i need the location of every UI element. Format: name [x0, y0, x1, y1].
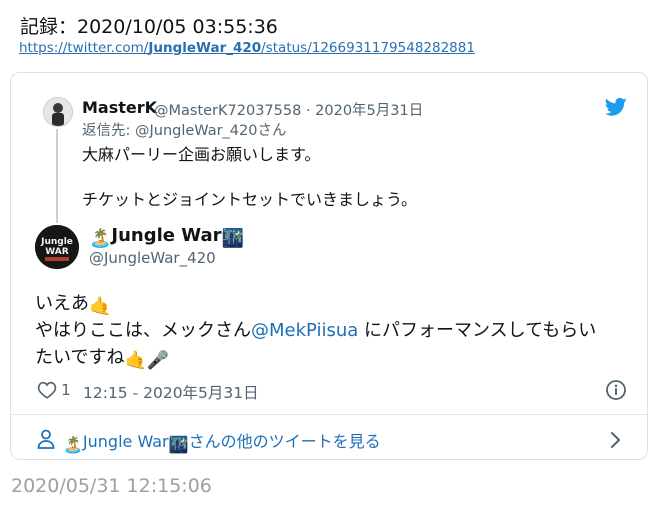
record-url-link[interactable]: https://twitter.com/JungleWar_420/status…	[19, 40, 475, 56]
card-divider	[11, 414, 647, 415]
svg-text:WAR: WAR	[45, 247, 68, 257]
tweet-text-line3: たいですね🤙🎤	[35, 343, 169, 371]
tweet-text-line1: いえあ🤙	[35, 289, 111, 317]
main-author-name[interactable]: 🏝️Jungle War🌃	[89, 225, 244, 249]
night-city-icon: 🌃	[168, 435, 189, 454]
island-icon: 🏝️	[63, 435, 83, 454]
main-avatar-image: Jungle WAR	[35, 225, 79, 269]
url-suffix: /status/1266931179548282881	[261, 40, 475, 56]
person-icon	[37, 429, 55, 449]
heart-icon[interactable]	[37, 381, 57, 399]
archive-time: 2020/05/31 12:15:06	[11, 475, 212, 497]
tweet-timestamp[interactable]: 12:15 - 2020年5月31日	[83, 381, 259, 403]
more-tweets-link[interactable]: 🏝️Jungle War🌃さんの他のツイートを見る	[63, 428, 381, 454]
tweet-line3-text: たいですね	[35, 347, 125, 368]
reply-avatar[interactable]	[43, 97, 73, 127]
info-icon[interactable]	[605, 379, 627, 401]
svg-text:Jungle: Jungle	[40, 237, 73, 247]
call-me-hand-icon: 🤙	[124, 350, 147, 371]
main-avatar[interactable]: Jungle WAR	[35, 225, 79, 269]
reply-author-meta[interactable]: @MasterK72037558 · 2020年5月31日	[154, 99, 423, 120]
main-author-name-text: Jungle War	[111, 225, 222, 246]
reply-author-name[interactable]: MasterK	[82, 98, 157, 117]
twitter-bird-icon[interactable]	[605, 97, 627, 117]
url-user: JungleWar_420	[148, 40, 262, 56]
microphone-icon: 🎤	[146, 350, 170, 371]
chevron-right-icon[interactable]	[609, 431, 621, 449]
call-me-hand-icon: 🤙	[89, 296, 112, 317]
reply-avatar-image	[44, 98, 72, 126]
main-author-handle[interactable]: @JungleWar_420	[89, 249, 216, 267]
tweet-line1-text: いえあ	[35, 293, 89, 314]
more-tweets-name: Jungle War	[82, 432, 169, 451]
tweet-card: MasterK @MasterK72037558 · 2020年5月31日 返信…	[10, 72, 648, 460]
thread-line	[56, 129, 58, 223]
like-count[interactable]: 1	[61, 381, 71, 399]
reply-text-line1: 大麻パーリー企画お願いします。	[82, 145, 321, 164]
url-prefix: https://twitter.com/	[19, 40, 149, 56]
island-icon: 🏝️	[89, 228, 112, 249]
reply-to-label: 返信先: @JungleWar_420さん	[82, 123, 287, 139]
reply-text-line2: チケットとジョイントセットでいきましょう。	[82, 190, 418, 209]
tweet-line2-text: やはりここは、メックさん	[35, 320, 251, 341]
record-title: 記録：2020/10/05 03:55:36	[20, 16, 278, 38]
more-tweets-suffix: さんの他のツイートを見る	[188, 432, 381, 451]
tweet-line2-rest: にパフォーマンスしてもらい	[358, 320, 597, 341]
mention-link[interactable]: @MekPiisua	[251, 320, 358, 341]
night-city-icon: 🌃	[221, 228, 244, 249]
tweet-text-line2: やはりここは、メックさん@MekPiisua にパフォーマンスしてもらい	[35, 316, 596, 342]
